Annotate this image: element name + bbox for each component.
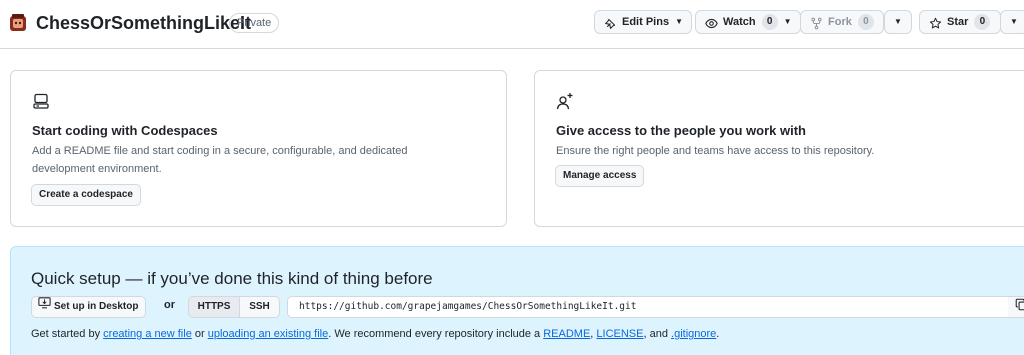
access-description: Ensure the right people and teams have a… xyxy=(556,145,875,157)
quick-setup-title: Quick setup — if you’ve done this kind o… xyxy=(31,269,433,288)
watch-label: Watch xyxy=(723,16,756,28)
quick-setup-hint: Get started by creating a new file or up… xyxy=(31,328,719,340)
hint-text: Get started by xyxy=(31,328,104,340)
hint-text: . We recommend every repository include … xyxy=(328,328,544,340)
https-toggle[interactable]: HTTPS xyxy=(188,296,240,318)
repo-header: ChessOrSomethingLikeIt Private Edit Pins… xyxy=(0,0,1024,49)
license-link[interactable]: LICENSE xyxy=(596,328,643,340)
codespaces-card: Start coding with Codespaces Add a READM… xyxy=(10,70,507,227)
readme-link[interactable]: README xyxy=(543,328,590,340)
fork-count: 0 xyxy=(857,14,874,30)
create-codespace-button[interactable]: Create a codespace xyxy=(31,184,141,206)
upload-file-link[interactable]: uploading an existing file xyxy=(208,328,328,340)
codespaces-title: Start coding with Codespaces xyxy=(32,123,218,138)
or-label: or xyxy=(164,299,175,311)
watch-count: 0 xyxy=(761,14,778,30)
edit-pins-label: Edit Pins xyxy=(622,16,670,28)
gitignore-link[interactable]: .gitignore xyxy=(671,328,716,340)
copy-url-button[interactable] xyxy=(1008,296,1024,318)
eye-icon xyxy=(705,16,718,29)
star-button[interactable]: Star 0 xyxy=(919,10,1001,34)
setup-desktop-button[interactable]: Set up in Desktop xyxy=(31,296,147,318)
hint-text: , and xyxy=(643,328,672,340)
visibility-badge: Private xyxy=(229,13,280,33)
quick-setup-panel: Quick setup — if you’ve done this kind o… xyxy=(10,246,1024,355)
edit-pins-button[interactable]: Edit Pins ▼ xyxy=(594,10,692,34)
pin-icon xyxy=(604,16,617,29)
access-card: Give access to the people you work with … xyxy=(534,70,1024,227)
codespaces-icon xyxy=(32,92,50,110)
repo-forked-icon xyxy=(810,16,823,29)
chevron-down-icon: ▼ xyxy=(783,17,792,26)
desktop-download-icon xyxy=(38,297,54,317)
manage-access-button[interactable]: Manage access xyxy=(555,165,645,187)
star-count: 0 xyxy=(974,14,991,30)
fork-button[interactable]: Fork 0 xyxy=(800,10,884,34)
hint-text: . xyxy=(716,328,720,340)
watch-button[interactable]: Watch 0 ▼ xyxy=(695,10,801,34)
setup-desktop-label: Set up in Desktop xyxy=(54,301,139,312)
person-add-icon xyxy=(556,92,574,110)
hint-text: or xyxy=(191,328,208,340)
chevron-down-icon: ▼ xyxy=(675,17,683,26)
access-title: Give access to the people you work with xyxy=(556,123,806,138)
create-new-file-link[interactable]: creating a new file xyxy=(103,328,192,340)
star-dropdown-button[interactable]: ▼ xyxy=(1000,10,1024,34)
copy-icon xyxy=(1015,298,1024,316)
repo-avatar-icon xyxy=(8,13,28,33)
clone-url-input[interactable]: https://github.com/grapejamgames/ChessOr… xyxy=(287,296,1009,318)
fork-label: Fork xyxy=(828,16,852,28)
star-label: Star xyxy=(947,16,969,28)
fork-dropdown-button[interactable]: ▼ xyxy=(884,10,912,34)
codespaces-description: Add a README file and start coding in a … xyxy=(32,145,408,175)
ssh-toggle[interactable]: SSH xyxy=(239,296,280,318)
repo-name-link[interactable]: ChessOrSomethingLikeIt xyxy=(36,12,251,34)
star-icon xyxy=(929,16,942,29)
